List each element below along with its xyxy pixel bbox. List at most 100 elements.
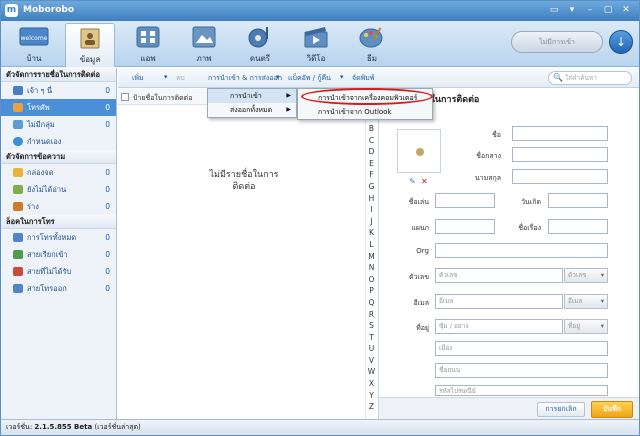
sidebar-item-count: 0 [105,284,110,293]
sidebar-item-unread[interactable]: ยังไม่ได้อ่าน 0 [1,181,116,198]
backup-restore-button[interactable]: แบ็คอัพ / กู้คืน [288,73,331,84]
tab-music[interactable]: ดนตรี [235,23,285,65]
sidebar-item-outgoing[interactable]: สายโทรออก 0 [1,280,116,297]
moborobo-logo-icon: m [5,4,18,17]
alphabet-letter[interactable]: R [366,309,377,321]
alphabet-letter[interactable]: X [366,378,377,390]
device-connection-button[interactable]: ไม่มีการเข้า [511,31,603,53]
alphabet-letter[interactable]: Z [366,401,377,413]
alphabet-letter[interactable]: K [366,227,377,239]
alphabet-letter[interactable]: W [366,366,377,378]
alphabet-letter[interactable]: Y [366,390,377,402]
status-bar: เวอร์ชั่น: 2.1.5.855 Beta (เวอร์ชั่นล่าส… [1,419,639,435]
alphabet-letter[interactable]: M [366,251,377,263]
org-label: Org [416,247,429,255]
minimize-icon[interactable]: – [583,4,597,17]
alphabet-letter[interactable]: C [366,135,377,147]
org-field[interactable] [435,243,608,258]
alphabet-letter[interactable]: H [366,193,377,205]
road-field[interactable]: ชื่อถนน [435,363,608,378]
alphabet-letter[interactable]: P [366,285,377,297]
add-dropdown-icon[interactable]: ▾ [164,73,168,81]
sidebar-item-phone[interactable]: โทรศัพ 0 [1,99,116,116]
alphabet-letter[interactable]: D [366,146,377,158]
sidebar-item-incoming[interactable]: สายเรียกเข้า 0 [1,246,116,263]
sidebar-item-inbox[interactable]: กล่องจด 0 [1,164,116,181]
sidebar-item-missed[interactable]: สายที่ไม่ได้รับ 0 [1,263,116,280]
tab-photos[interactable]: ภาพ [179,23,229,65]
sidebar-item-custom[interactable]: กำหนดเอง [1,133,116,150]
alphabet-letter[interactable]: L [366,239,377,251]
nickname-label: ชื่อเล่น [408,198,429,206]
alphabet-letter[interactable]: U [366,343,377,355]
menu-item-import[interactable]: การนำเข้า ▶ [208,89,296,103]
delete-photo-icon[interactable]: ✕ [421,177,428,186]
phone-field[interactable]: ตัวเลข [435,268,563,283]
middle-name-field[interactable] [512,147,608,162]
cancel-button[interactable]: การยกเลิก [537,402,585,417]
alphabet-letter[interactable]: B [366,123,377,135]
menu-item-import-from-outlook[interactable]: การนำเข้าจาก Outlook [298,105,432,119]
department-field[interactable] [435,219,495,234]
maximize-icon[interactable]: ▢ [601,4,615,17]
alphabet-letter[interactable]: I [366,204,377,216]
menu-dropdown-icon[interactable]: ▾ [565,4,579,17]
birthday-field[interactable] [548,193,608,208]
menu-item-export-all[interactable]: ส่งออกทั้งหมด ▶ [208,103,296,117]
tab-home[interactable]: welcome บ้าน [9,23,59,65]
sidebar-item-drafts[interactable]: ร่าง 0 [1,198,116,215]
delete-button[interactable]: ลบ [176,73,185,84]
submenu-arrow-icon: ▶ [286,92,291,99]
sidebar-item-no-group[interactable]: ไม่มีกลุ่ม 0 [1,116,116,133]
alphabet-letter[interactable]: G [366,181,377,193]
save-button[interactable]: บันทึก [591,401,633,418]
email-field[interactable]: อีเมล [435,294,563,309]
alphabet-letter[interactable]: O [366,274,377,286]
last-name-field[interactable] [512,169,608,184]
tab-video[interactable]: วิดีโอ [291,23,341,65]
city-field[interactable]: เมือง [435,341,608,356]
feedback-icon[interactable]: ▭ [547,4,561,17]
alphabet-letter[interactable]: J [366,216,377,228]
alphabet-letter[interactable]: F [366,169,377,181]
alphabet-letter[interactable]: T [366,332,377,344]
first-name-field[interactable] [512,126,608,141]
import-export-dropdown-icon[interactable]: ▾ [276,73,280,81]
street-field[interactable]: ซุ้ม / อย่าง [435,319,563,334]
job-title-field[interactable] [548,219,608,234]
sidebar-item-all-contacts[interactable]: เจ้า ๆ นี่ 0 [1,82,116,99]
tab-apps-label: แอพ [140,54,156,63]
import-export-button[interactable]: การนำเข้า & การส่งออก [208,73,282,84]
tab-contacts[interactable]: ข้อมูล [65,23,115,67]
department-label: แผนก [411,224,429,232]
nickname-field[interactable] [435,193,495,208]
sidebar-contacts-header: ตัวจัดการรายชื่อในการติดต่อ [1,68,116,82]
add-button[interactable]: เพิ่ม [132,73,144,84]
edit-photo-icon[interactable]: ✎ [409,177,416,186]
backup-dropdown-icon[interactable]: ▾ [340,73,344,81]
sidebar-item-all-calls[interactable]: การโทรทั้งหมด 0 [1,229,116,246]
close-icon[interactable]: ✕ [619,4,633,17]
alphabet-letter[interactable]: V [366,355,377,367]
tab-apps[interactable]: แอพ [123,23,173,65]
print-button[interactable]: จัดพิมพ์ [352,73,375,84]
sidebar: ตัวจัดการรายชื่อในการติดต่อ เจ้า ๆ นี่ 0… [1,68,117,419]
download-icon[interactable]: ↓ [609,30,633,54]
tab-contacts-label: ข้อมูล [79,55,101,64]
alphabet-letter[interactable]: E [366,158,377,170]
phone-type-select[interactable]: ตัวเลข ▾ [564,268,608,283]
contact-photo[interactable] [397,129,441,173]
group-icon [13,120,23,129]
alphabet-letter[interactable]: S [366,320,377,332]
alphabet-letter[interactable]: Q [366,297,377,309]
address-type-select[interactable]: ที่อยู่ ▾ [564,319,608,334]
select-all-checkbox[interactable] [121,93,129,101]
alphabet-letter[interactable]: N [366,262,377,274]
postal-code-field[interactable]: รหัสไปรษณีย์ [435,385,608,396]
contact-search-input[interactable]: 🔍 ใส่คำค้นหา [548,71,632,85]
svg-text:welcome: welcome [21,35,48,42]
tab-themes[interactable]: ธีม [347,23,397,65]
sidebar-item-label: สายโทรออก [27,284,67,293]
email-type-select[interactable]: อีเมล ▾ [564,294,608,309]
phone-label: ตัวเลข [409,273,429,281]
